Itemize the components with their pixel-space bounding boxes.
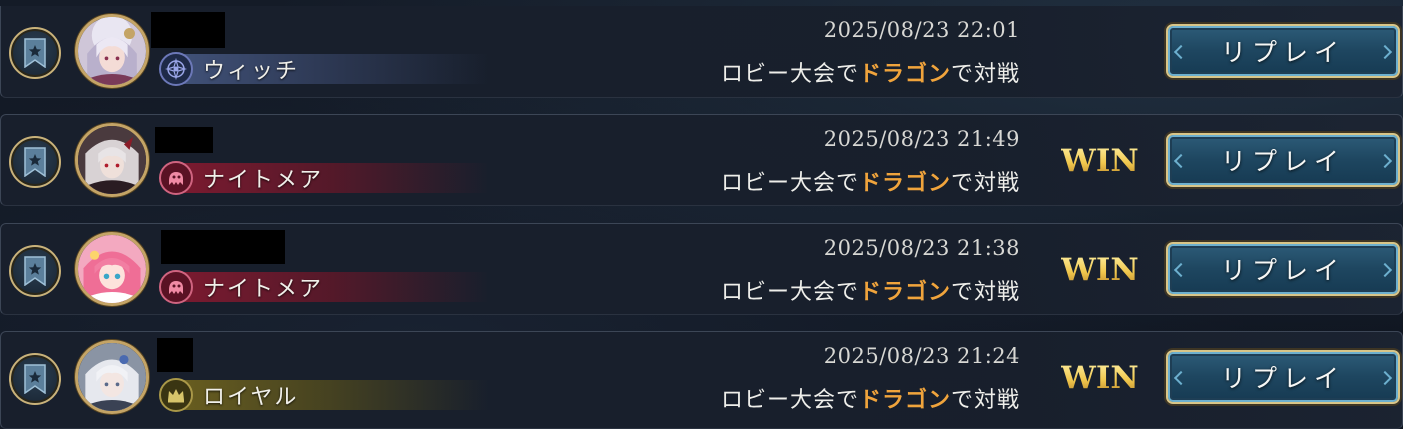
favorite-bookmark-button[interactable]	[9, 245, 61, 297]
nightmare-emblem-icon	[159, 270, 193, 304]
player-class-chip: ウィッチ	[159, 52, 489, 86]
match-prefix: ロビー大会で	[720, 171, 859, 196]
player-name-redacted	[155, 127, 213, 153]
player-class-label: ロイヤル	[203, 385, 299, 410]
replay-button[interactable]: リプレイ	[1166, 350, 1400, 404]
replay-button[interactable]: リプレイ	[1166, 24, 1400, 78]
player-name-redacted	[157, 338, 193, 372]
battle-datetime: 2025/08/23 22:01	[823, 18, 1020, 42]
match-suffix: で対戦	[950, 388, 1020, 413]
match-prefix: ロビー大会で	[720, 62, 859, 87]
win-result-label: WIN	[1061, 360, 1139, 396]
bookmark-star-icon	[24, 364, 46, 394]
battle-row: ウィッチ 2025/08/23 22:01 ロビー大会でドラゴンで対戦 リプレイ	[0, 6, 1403, 98]
win-result-label: WIN	[1061, 143, 1139, 179]
battle-history-list: ウィッチ 2025/08/23 22:01 ロビー大会でドラゴンで対戦 リプレイ	[0, 0, 1403, 429]
match-suffix: で対戦	[950, 280, 1020, 305]
opponent-class: ドラゴン	[858, 171, 951, 196]
battle-row: ナイトメア 2025/08/23 21:49 ロビー大会でドラゴンで対戦 WIN…	[0, 114, 1403, 206]
royal-crown-icon	[159, 378, 193, 412]
nightmare-emblem-icon	[159, 161, 193, 195]
match-prefix: ロビー大会で	[720, 280, 859, 305]
replay-button-label: リプレイ	[1220, 147, 1345, 176]
battle-description: ロビー大会でドラゴンで対戦	[721, 382, 1020, 414]
replay-button[interactable]: リプレイ	[1166, 242, 1400, 296]
favorite-bookmark-button[interactable]	[9, 136, 61, 188]
opponent-class: ドラゴン	[858, 62, 951, 87]
bookmark-star-icon	[24, 38, 46, 68]
battle-datetime: 2025/08/23 21:38	[823, 236, 1020, 260]
bookmark-star-icon	[24, 256, 46, 286]
player-avatar	[75, 340, 149, 414]
player-avatar	[75, 123, 149, 197]
bookmark-star-icon	[24, 147, 46, 177]
replay-button-label: リプレイ	[1220, 364, 1345, 393]
battle-description: ロビー大会でドラゴンで対戦	[721, 274, 1020, 306]
opponent-class: ドラゴン	[858, 388, 951, 413]
player-name-redacted	[151, 12, 225, 48]
battle-description: ロビー大会でドラゴンで対戦	[721, 56, 1020, 88]
player-avatar	[75, 14, 149, 88]
opponent-class: ドラゴン	[858, 280, 951, 305]
battle-row: ロイヤル 2025/08/23 21:24 ロビー大会でドラゴンで対戦 WIN …	[0, 331, 1403, 429]
battle-description: ロビー大会でドラゴンで対戦	[721, 165, 1020, 197]
player-class-chip: ナイトメア	[159, 270, 489, 304]
player-class-label: ナイトメア	[203, 277, 324, 302]
player-class-label: ウィッチ	[203, 59, 300, 84]
battle-datetime: 2025/08/23 21:24	[823, 344, 1020, 368]
match-suffix: で対戦	[950, 171, 1020, 196]
replay-button[interactable]: リプレイ	[1166, 133, 1400, 187]
favorite-bookmark-button[interactable]	[9, 353, 61, 405]
player-class-chip: ナイトメア	[159, 161, 489, 195]
favorite-bookmark-button[interactable]	[9, 27, 61, 79]
player-name-redacted	[161, 230, 285, 264]
match-suffix: で対戦	[950, 62, 1020, 87]
witch-emblem-icon	[159, 52, 193, 86]
player-class-chip: ロイヤル	[159, 378, 489, 412]
replay-button-label: リプレイ	[1220, 38, 1345, 67]
battle-datetime: 2025/08/23 21:49	[823, 127, 1020, 151]
player-class-label: ナイトメア	[203, 168, 324, 193]
battle-row: ナイトメア 2025/08/23 21:38 ロビー大会でドラゴンで対戦 WIN…	[0, 223, 1403, 315]
replay-button-label: リプレイ	[1220, 256, 1345, 285]
win-result-label: WIN	[1061, 252, 1139, 288]
player-avatar	[75, 232, 149, 306]
match-prefix: ロビー大会で	[720, 388, 859, 413]
